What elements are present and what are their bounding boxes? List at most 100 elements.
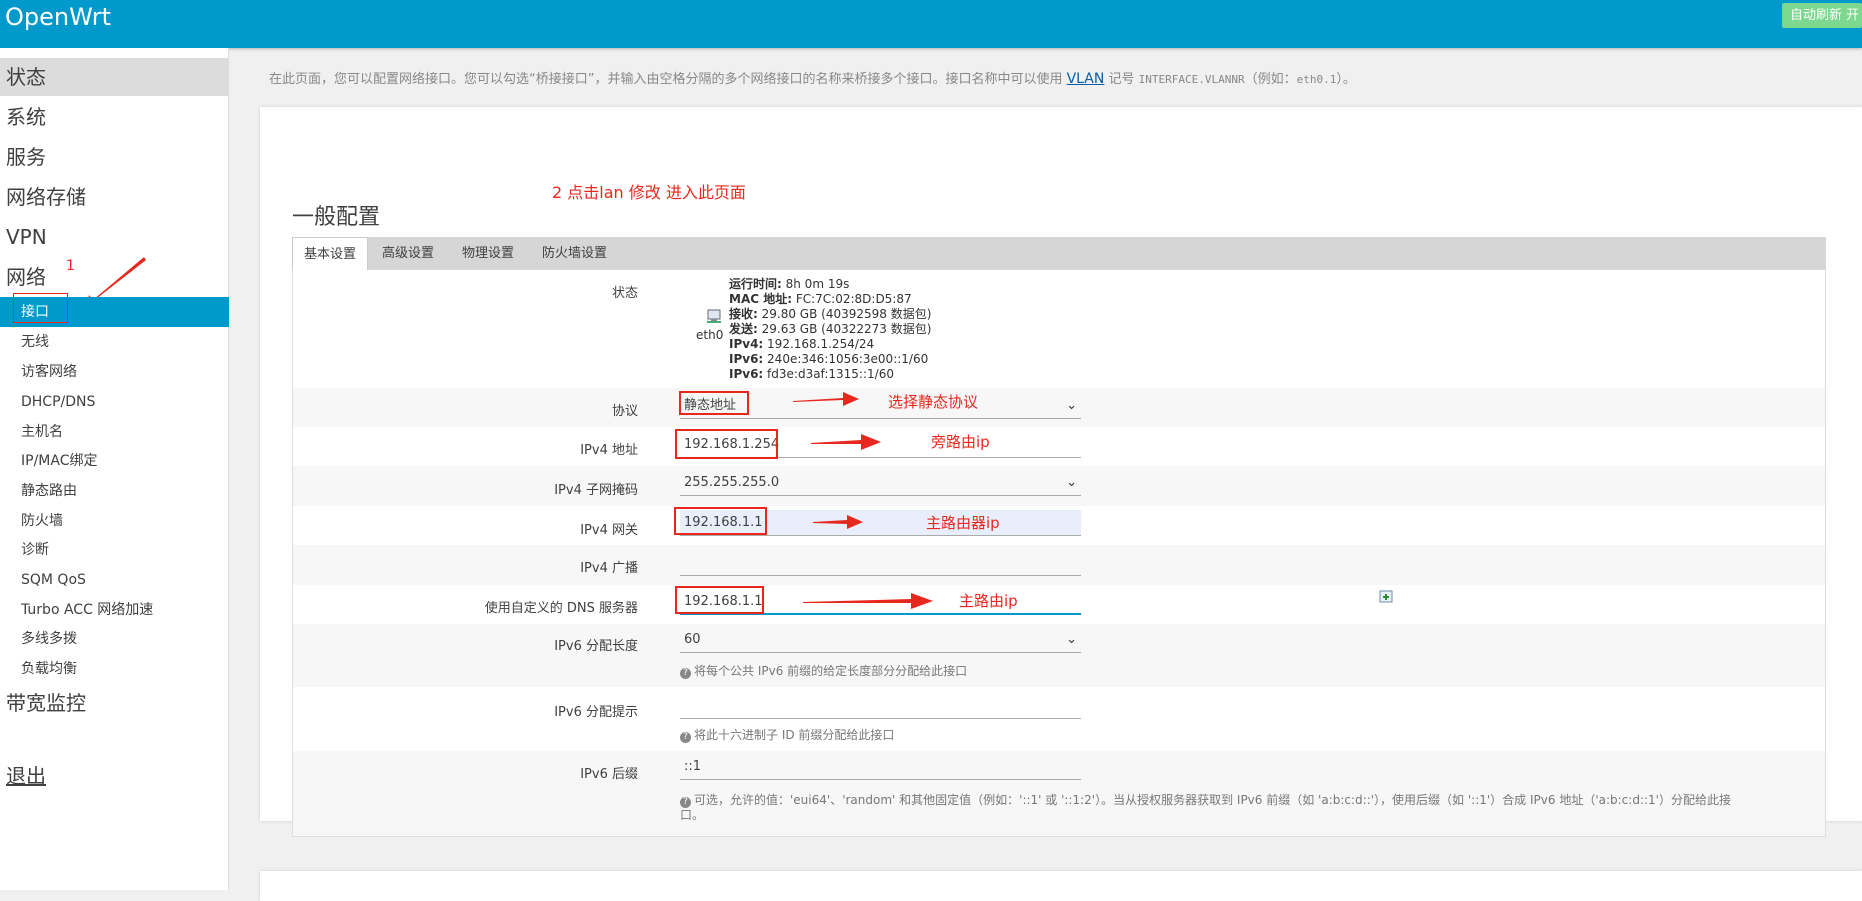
chevron-down-icon: ⌄ [1066, 398, 1077, 413]
sidebar-item-hostnames[interactable]: 主机名 [0, 417, 229, 447]
annotation-box [674, 507, 767, 535]
tab-advanced[interactable]: 高级设置 [371, 237, 445, 270]
uptime-key: 运行时间: [729, 277, 782, 291]
rx-key: 接收: [729, 307, 758, 321]
status-label: 状态 [611, 286, 638, 301]
ipv4-key: IPv4: [729, 337, 764, 351]
brand-logo[interactable]: OpenWrt [5, 3, 111, 31]
form-basic: 状态 eth0 运行时间: 8h 0m 19s MAC 地址: FC:7C:02… [292, 270, 1826, 837]
mac-key: MAC 地址: [729, 292, 793, 306]
annotation-arrow-icon [803, 593, 933, 609]
tab-physical[interactable]: 物理设置 [451, 237, 525, 270]
help-icon: ? [680, 797, 691, 808]
annotation-dns: 主路由ip [959, 592, 1018, 610]
sidebar-item-system[interactable]: 系统 [0, 98, 229, 136]
main-content: 在此页面，您可以配置网络接口。您可以勾选“桥接接口”，并输入由空格分隔的多个网络… [229, 48, 1862, 901]
ip6assign-hint: ? 将每个公共 IPv6 前缀的给定长度部分分配给此接口 [680, 662, 967, 679]
ip6suffix-row: IPv6 后缀 ::1 ? 可选，允许的值：'eui64'、'random' 和其… [293, 751, 1825, 836]
annotation-protocol: 选择静态协议 [888, 393, 979, 411]
tab-basic[interactable]: 基本设置 [292, 237, 369, 270]
ipv4-value: 192.168.1.254/24 [763, 337, 875, 351]
next-card [260, 871, 1862, 901]
ipv6-value: 240e:346:1056:3e00::1/60 [763, 352, 929, 366]
ip6suffix-hint: ? 可选，允许的值：'eui64'、'random' 和其他固定值（例如：'::1… [680, 793, 1800, 822]
broadcast-input[interactable] [680, 550, 1081, 576]
ip6suffix-hint-text-2: 口。 [680, 808, 705, 822]
ip6suffix-input[interactable]: ::1 [680, 754, 1081, 780]
ip6suffix-hint-text: 可选，允许的值：'eui64'、'random' 和其他固定值（例如：'::1'… [694, 793, 1731, 807]
chevron-down-icon: ⌄ [1066, 475, 1077, 490]
ip6assign-label: IPv6 分配长度 [554, 639, 638, 654]
mac-value: FC:7C:02:8D:D5:87 [792, 292, 912, 306]
tab-firewall[interactable]: 防火墙设置 [531, 237, 618, 270]
sidebar-item-bandwidth[interactable]: 带宽监控 [0, 684, 229, 722]
sidebar-item-guest[interactable]: 访客网络 [0, 357, 229, 387]
ipv6-key: IPv6: [729, 367, 764, 381]
ipv6-value: fd3e:d3af:1315::1/60 [763, 367, 894, 381]
dns-label: 使用自定义的 DNS 服务器 [484, 601, 638, 616]
sidebar-item-multiwan[interactable]: 多线多拨 [0, 624, 229, 654]
sidebar-item-dhcp[interactable]: DHCP/DNS [0, 387, 229, 417]
tx-value: 29.63 GB (40322273 数据包) [757, 322, 932, 336]
ip6hint-input[interactable] [680, 693, 1081, 719]
netmask-select[interactable]: 255.255.255.0 ⌄ [680, 470, 1081, 496]
ip6assign-row: IPv6 分配长度 60 ⌄ ? 将每个公共 IPv6 前缀的给定长度部分分配给此接… [293, 624, 1825, 687]
desc-code: eth0.1 [1296, 73, 1337, 86]
sidebar-item-ipmac[interactable]: IP/MAC绑定 [0, 446, 229, 476]
ip6suffix-label: IPv6 后缀 [580, 767, 638, 782]
ip6assign-hint-text: 将每个公共 IPv6 前缀的给定长度部分分配给此接口 [694, 664, 968, 678]
gateway-label: IPv4 网关 [580, 523, 638, 538]
auto-refresh-button[interactable]: 自动刷新 开 [1782, 3, 1862, 28]
add-dns-icon[interactable] [1379, 588, 1395, 604]
rx-value: 29.80 GB (40392598 数据包) [757, 307, 932, 321]
ipv4-addr-row: IPv4 地址 192.168.1.254 旁路由ip [293, 427, 1825, 466]
annotation-gateway: 主路由器ip [926, 514, 1000, 532]
tab-bar: 基本设置 高级设置 物理设置 防火墙设置 [292, 237, 1826, 270]
help-icon: ? [680, 732, 691, 743]
annotation-box [13, 293, 68, 323]
page-description: 在此页面，您可以配置网络接口。您可以勾选“桥接接口”，并输入由空格分隔的多个网络… [269, 68, 1356, 87]
ipv4-addr-label: IPv4 地址 [580, 443, 638, 458]
sidebar-item-services[interactable]: 服务 [0, 138, 229, 176]
config-card: 2 点击lan 修改 进入此页面 一般配置 基本设置 高级设置 物理设置 防火墙… [260, 107, 1862, 837]
sidebar-item-sqm[interactable]: SQM QoS [0, 565, 229, 595]
vlan-link[interactable]: VLAN [1067, 71, 1105, 87]
uptime-value: 8h 0m 19s [781, 277, 850, 291]
desc-code: INTERFACE.VLANNR [1138, 73, 1245, 86]
ip6hint-hint: ? 将此十六进制子 ID 前缀分配给此接口 [680, 726, 894, 743]
broadcast-label: IPv4 广播 [580, 561, 638, 576]
annotation-arrow-icon [811, 434, 881, 450]
help-icon: ? [680, 668, 691, 679]
ip6hint-hint-text: 将此十六进制子 ID 前缀分配给此接口 [694, 728, 895, 742]
sidebar-item-loadbalance[interactable]: 负载均衡 [0, 654, 229, 684]
logout-link[interactable]: 退出 [0, 757, 229, 795]
ip6hint-label: IPv6 分配提示 [554, 705, 638, 720]
annotation-ipv4: 旁路由ip [931, 433, 990, 451]
netmask-row: IPv4 子网掩码 255.255.255.0 ⌄ [293, 466, 1825, 506]
desc-text: （例如： [1244, 72, 1297, 87]
ip6assign-select[interactable]: 60 ⌄ [680, 627, 1081, 653]
sidebar-item-firewall[interactable]: 防火墙 [0, 506, 229, 536]
annotation-arrow-icon [813, 515, 863, 529]
tx-key: 发送: [729, 322, 758, 336]
sidebar-item-status[interactable]: 状态 [0, 58, 229, 96]
sidebar-item-diagnostics[interactable]: 诊断 [0, 535, 229, 565]
sidebar-item-routes[interactable]: 静态路由 [0, 476, 229, 506]
sidebar-item-vpn[interactable]: VPN [0, 218, 229, 256]
annotation-step-1: 1 [66, 258, 75, 274]
status-details: 运行时间: 8h 0m 19s MAC 地址: FC:7C:02:8D:D5:8… [729, 277, 931, 382]
annotation-box [675, 586, 764, 614]
device-name: eth0 [696, 328, 724, 342]
sidebar-item-turboacc[interactable]: Turbo ACC 网络加速 [0, 595, 229, 625]
annotation-arrow-icon [793, 392, 859, 406]
sidebar-item-nas[interactable]: 网络存储 [0, 178, 229, 216]
sidebar-item-wireless[interactable]: 无线 [0, 327, 229, 357]
broadcast-row: IPv4 广播 [293, 545, 1825, 585]
desc-text: 记号 [1104, 72, 1139, 87]
annotation-box [675, 429, 778, 459]
desc-text: 在此页面，您可以配置网络接口。您可以勾选“桥接接口”，并输入由空格分隔的多个网络… [269, 72, 1067, 87]
annotation-box [679, 391, 749, 415]
status-row: 状态 eth0 运行时间: 8h 0m 19s MAC 地址: FC:7C:02… [293, 270, 1825, 388]
chevron-down-icon: ⌄ [1066, 632, 1077, 647]
ip6hint-row: IPv6 分配提示 ? 将此十六进制子 ID 前缀分配给此接口 [293, 687, 1825, 751]
